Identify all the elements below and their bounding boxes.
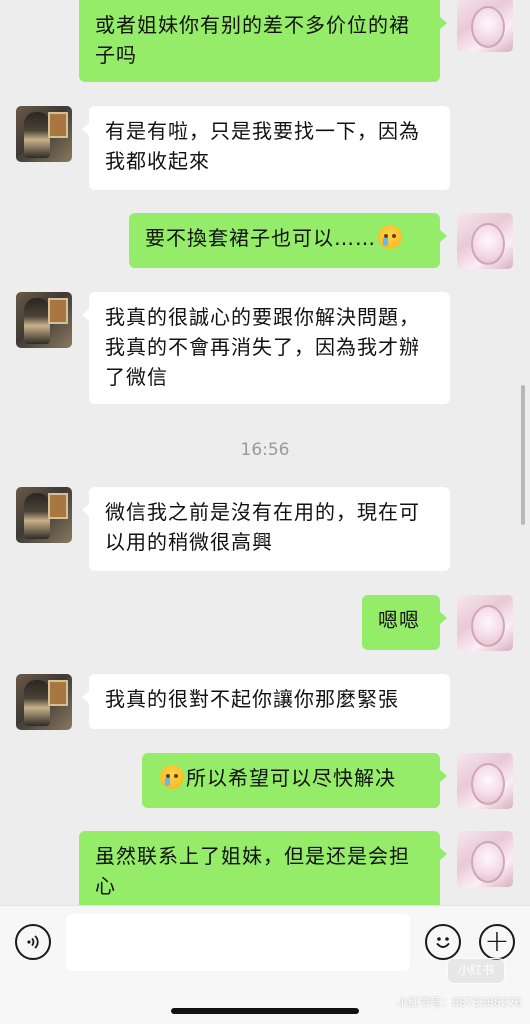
message-bubble-self[interactable]: 要不換套裙子也可以…… bbox=[129, 213, 447, 268]
avatar-other[interactable] bbox=[16, 674, 72, 730]
add-more-icon[interactable]: + bbox=[479, 924, 515, 960]
avatar-self[interactable] bbox=[457, 0, 513, 52]
watermark-id: 小红书号：8873388276 bbox=[397, 996, 522, 1009]
avatar-self[interactable] bbox=[457, 595, 513, 651]
message-bubble-other[interactable]: 我真的很誠心的要跟你解決問題，我真的不會再消失了，因為我才辦了微信 bbox=[82, 292, 450, 404]
watermark-logo: 小红书 bbox=[447, 958, 505, 984]
voice-input-icon[interactable] bbox=[15, 924, 51, 960]
input-bar: + 小红书 小红书号：8873388276 bbox=[0, 905, 530, 1024]
message-bubble-self[interactable]: 嗯嗯 bbox=[362, 595, 447, 650]
message-bubble-other[interactable]: 我真的很對不起你讓你那麼緊張 bbox=[82, 674, 450, 729]
message-bubble-other[interactable]: 有是有啦，只是我要找一下，因為我都收起來 bbox=[82, 106, 450, 190]
scrollbar[interactable] bbox=[521, 385, 525, 525]
avatar-other[interactable] bbox=[16, 106, 72, 162]
avatar-self[interactable] bbox=[457, 753, 513, 809]
crying-face-emoji-icon bbox=[160, 765, 184, 789]
message-text: 嗯嗯 bbox=[378, 608, 420, 632]
avatar-other[interactable] bbox=[16, 487, 72, 543]
chat-area[interactable]: 或者姐妹你有别的差不多价位的裙子吗 有是有啦，只是我要找一下，因為我都收起來 要… bbox=[0, 0, 530, 905]
home-indicator[interactable] bbox=[171, 1008, 359, 1014]
crying-face-emoji-icon bbox=[378, 225, 402, 249]
message-bubble-other[interactable]: 微信我之前是沒有在用的，現在可以用的稍微很高興 bbox=[82, 487, 450, 571]
message-text: 我真的很對不起你讓你那麼緊張 bbox=[105, 687, 399, 711]
avatar-other[interactable] bbox=[16, 292, 72, 348]
message-text: 我真的很誠心的要跟你解決問題，我真的不會再消失了，因為我才辦了微信 bbox=[105, 305, 420, 389]
message-text: 微信我之前是沒有在用的，現在可以用的稍微很高興 bbox=[105, 500, 420, 554]
avatar-self[interactable] bbox=[457, 213, 513, 269]
avatar-self[interactable] bbox=[457, 831, 513, 887]
message-text: 虽然联系上了姐妹，但是还是会担心 bbox=[95, 844, 410, 898]
message-bubble-self[interactable]: 或者姐妹你有别的差不多价位的裙子吗 bbox=[79, 0, 447, 82]
message-timestamp: 16:56 bbox=[240, 440, 290, 460]
message-text: 或者姐妹你有别的差不多价位的裙子吗 bbox=[95, 13, 410, 67]
message-text: 有是有啦，只是我要找一下，因為我都收起來 bbox=[105, 119, 420, 173]
message-bubble-self[interactable]: 虽然联系上了姐妹，但是还是会担心 bbox=[79, 831, 447, 905]
message-bubble-self[interactable]: 所以希望可以尽快解决 bbox=[142, 753, 447, 808]
emoji-picker-icon[interactable] bbox=[425, 924, 461, 960]
message-text: 要不換套裙子也可以…… bbox=[145, 226, 376, 250]
message-input[interactable] bbox=[66, 914, 410, 971]
message-text: 所以希望可以尽快解决 bbox=[186, 766, 396, 790]
